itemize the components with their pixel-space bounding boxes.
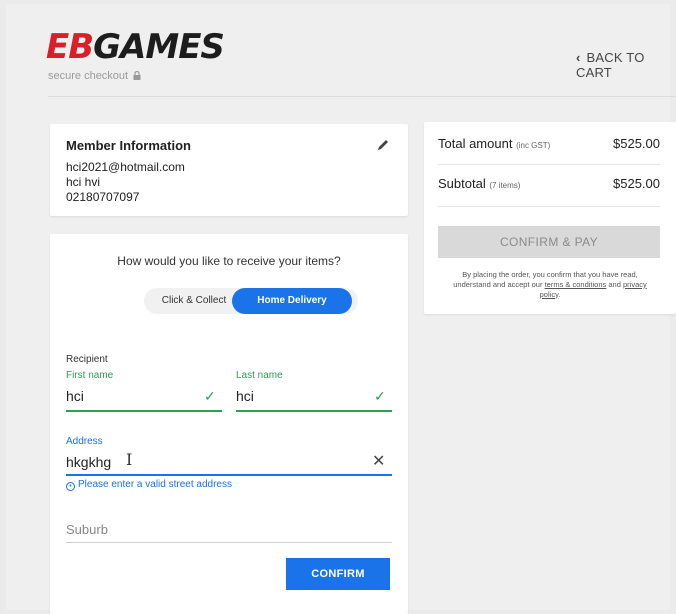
secure-checkout-label: secure checkout [48, 70, 141, 82]
click-and-collect-option[interactable]: Click & Collect [144, 288, 244, 314]
member-phone: 02180707097 [66, 190, 140, 204]
suburb-field[interactable]: Suburb [66, 522, 108, 537]
first-name-underline [66, 410, 222, 412]
last-name-check-icon: ✓ [374, 388, 386, 404]
total-amount-label: Total amount [438, 136, 513, 151]
member-information-title: Member Information [66, 138, 191, 153]
total-amount-value: $525.00 [613, 136, 660, 151]
clear-address-icon[interactable]: ✕ [372, 451, 385, 471]
logo-games: GAMES [93, 27, 225, 67]
header-divider [48, 96, 676, 97]
total-amount-row: Total amount (inc GST) $525.00 [438, 136, 660, 151]
home-delivery-option[interactable]: Home Delivery [232, 288, 352, 314]
chevron-left-icon: ‹ [576, 50, 581, 65]
suburb-underline [66, 542, 392, 543]
back-to-cart-label: BACK TO CART [576, 50, 645, 80]
subtotal-note: (7 items) [489, 181, 521, 190]
delivery-question: How would you like to receive your items… [117, 254, 341, 268]
legal-and: and [608, 279, 621, 289]
last-name-field[interactable]: hci [236, 388, 254, 404]
delivery-method-toggle: Click & Collect Home Delivery [144, 288, 358, 314]
lock-icon [133, 70, 141, 80]
address-underline [66, 474, 392, 476]
last-name-label: Last name [236, 370, 283, 381]
address-error-text: Please enter a valid street address [78, 479, 232, 490]
secure-checkout-text: secure checkout [48, 70, 129, 82]
back-to-cart-link[interactable]: ‹ BACK TO CART [576, 50, 670, 80]
order-summary-card: Total amount (inc GST) $525.00 Subtotal … [424, 122, 676, 314]
checkout-page: EBGAMES secure checkout ‹ BACK TO CART Me… [6, 4, 676, 614]
legal-period: . [558, 289, 561, 299]
clock-info-icon: • [66, 482, 75, 491]
order-legal-notice: By placing the order, you confirm that y… [452, 270, 648, 299]
terms-link[interactable]: terms & conditions [545, 280, 607, 289]
eb-games-logo[interactable]: EBGAMES [46, 27, 225, 67]
totals-divider [438, 164, 660, 165]
edit-pencil-icon[interactable] [376, 138, 390, 152]
subtotal-row: Subtotal (7 items) $525.00 [438, 176, 660, 191]
member-name: hci hvi [66, 175, 101, 189]
total-amount-note: (inc GST) [516, 141, 551, 150]
confirm-address-button[interactable]: CONFIRM [286, 558, 390, 590]
text-cursor-icon: I [126, 450, 133, 469]
subtotal-divider [438, 206, 660, 207]
confirm-and-pay-button[interactable]: CONFIRM & PAY [438, 226, 660, 258]
address-label: Address [66, 436, 103, 447]
first-name-check-icon: ✓ [204, 388, 216, 404]
address-error-message: • Please enter a valid street address [66, 479, 232, 491]
first-name-field[interactable]: hci [66, 388, 84, 404]
last-name-underline [236, 410, 392, 412]
address-field[interactable]: hkgkhg [66, 454, 111, 470]
first-name-label: First name [66, 370, 114, 381]
logo-eb: EB [46, 27, 94, 67]
member-email: hci2021@hotmail.com [66, 160, 185, 174]
delivery-form-card: How would you like to receive your items… [50, 234, 408, 614]
subtotal-value: $525.00 [613, 176, 660, 191]
recipient-label: Recipient [66, 354, 108, 365]
member-information-card: Member Information hci2021@hotmail.com h… [50, 124, 408, 216]
subtotal-label: Subtotal [438, 176, 486, 191]
